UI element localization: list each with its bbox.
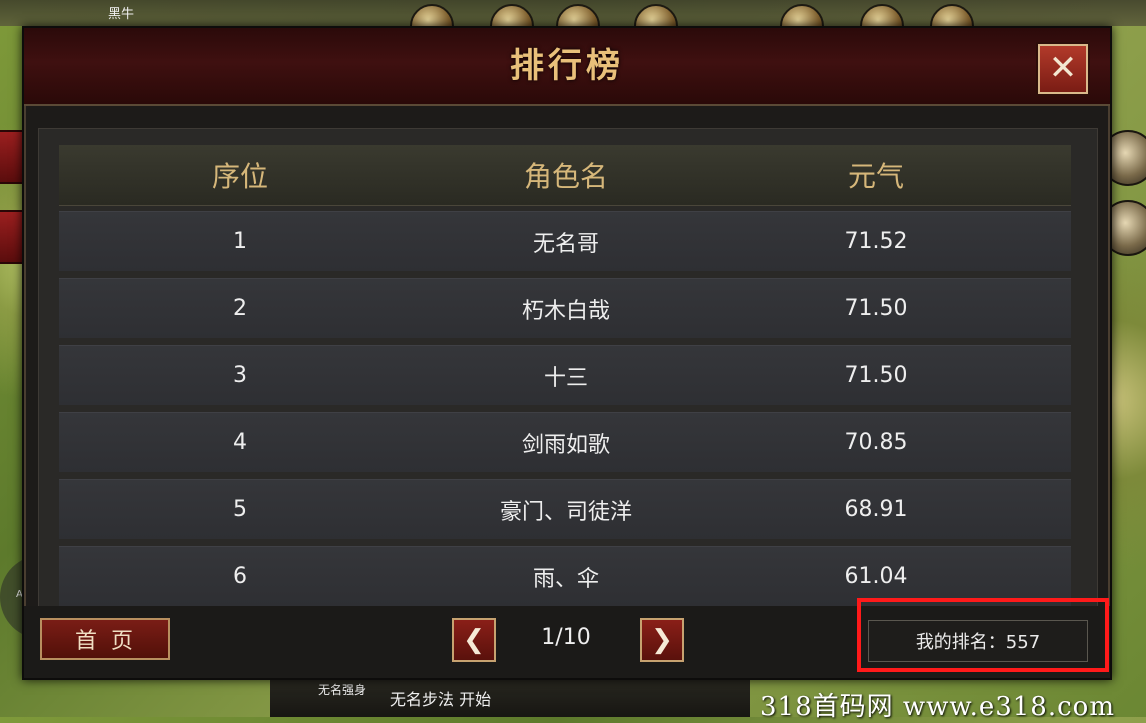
panel-title: 排行榜: [510, 46, 624, 86]
table-row: 5 豪门、司徒洋 68.91: [59, 479, 1071, 539]
rank-cell: 3: [233, 363, 247, 388]
leaderboard-panel: 排行榜 ✕ 序位 角色名 元气 1 无名哥 71.52 2 朽木白哉 71.50…: [22, 26, 1112, 680]
column-header-rank: 序位: [211, 160, 268, 193]
next-page-button[interactable]: ❯: [640, 618, 684, 662]
table-row: 1 无名哥 71.52: [59, 211, 1071, 271]
column-header-name: 角色名: [523, 160, 608, 193]
rank-cell: 5: [233, 497, 247, 522]
close-icon: ✕: [1048, 48, 1078, 88]
close-button[interactable]: ✕: [1038, 44, 1088, 94]
skill-label: 无名强身: [318, 683, 367, 697]
chevron-left-icon: ❮: [463, 625, 485, 655]
name-cell: 雨、伞: [532, 566, 599, 592]
prev-page-button[interactable]: ❮: [452, 618, 496, 662]
rank-cell: 1: [233, 229, 247, 254]
value-cell: 70.85: [844, 430, 908, 455]
table-row: 3 十三 71.50: [59, 345, 1071, 405]
value-cell: 71.52: [844, 229, 908, 254]
table-row: 4 剑雨如歌 70.85: [59, 412, 1071, 472]
value-cell: 68.91: [844, 497, 908, 522]
skill-status-text: 无名步法 开始: [390, 690, 492, 709]
table-row: 2 朽木白哉 71.50: [59, 278, 1071, 338]
value-cell: 71.50: [844, 363, 908, 388]
rank-cell: 2: [233, 296, 247, 321]
name-cell: 剑雨如歌: [521, 432, 610, 458]
first-page-button[interactable]: 首页: [40, 618, 170, 660]
title-bar: 排行榜 ✕: [24, 28, 1110, 106]
rank-cell: 6: [233, 564, 247, 589]
page-indicator: 1/10: [541, 625, 591, 650]
highlight-box: [857, 598, 1109, 672]
table-row: 6 雨、伞 61.04: [59, 546, 1071, 606]
name-cell: 豪门、司徒洋: [499, 499, 632, 525]
ranking-table[interactable]: 序位 角色名 元气 1 无名哥 71.52 2 朽木白哉 71.50 3 十三 …: [38, 128, 1098, 608]
value-cell: 71.50: [844, 296, 908, 321]
table-header: 序位 角色名 元气: [59, 145, 1071, 206]
rank-cell: 4: [233, 430, 247, 455]
name-cell: 朽木白哉: [521, 298, 610, 324]
name-cell: 无名哥: [532, 231, 599, 257]
watermark: 318首码网 www.e318.com: [760, 692, 1115, 722]
name-cell: 十三: [543, 365, 588, 391]
chevron-right-icon: ❯: [651, 625, 673, 655]
player-name-label: 黑牛: [108, 7, 135, 22]
column-header-value: 元气: [847, 160, 904, 193]
